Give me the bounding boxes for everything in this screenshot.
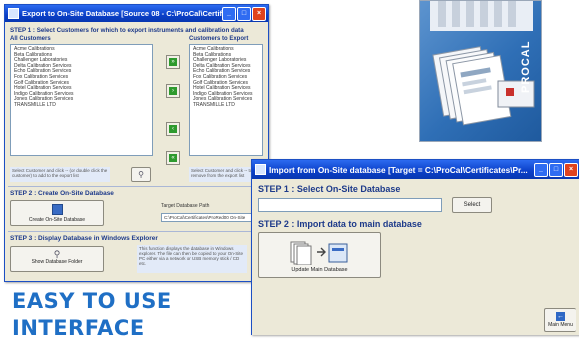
export-step3-heading: STEP 3 : Display Database in Windows Exp… bbox=[10, 235, 158, 242]
minimize-icon[interactable]: _ bbox=[534, 162, 548, 177]
search-button[interactable]: ⚲ bbox=[131, 167, 151, 182]
add-instructions: Select Customer and click -- (or double … bbox=[10, 167, 110, 182]
folder-search-icon: ⚲ bbox=[53, 249, 61, 259]
promo-heading: EASY TO USE bbox=[12, 289, 172, 313]
all-customers-label: All Customers bbox=[10, 36, 51, 42]
import-window: Import from On-Site database [Target = C… bbox=[251, 159, 579, 335]
import-step1-heading: STEP 1 : Select On-Site Database bbox=[258, 184, 401, 194]
all-customers-list[interactable]: Acme Calibrations Beta Calibrations Challe… bbox=[10, 44, 153, 156]
export-window: Export to On-Site Database [Source 08 - … bbox=[4, 4, 269, 282]
remove-all-button[interactable]: « bbox=[166, 151, 180, 165]
export-step1-heading: STEP 1 : Select Customers for which to e… bbox=[10, 27, 244, 34]
main-menu-button[interactable]: ← Main Menu bbox=[544, 308, 576, 332]
add-button[interactable]: › bbox=[166, 84, 180, 98]
double-arrow-right-icon: » bbox=[169, 58, 177, 66]
import-titlebar[interactable]: Import from On-Site database [Target = C… bbox=[252, 160, 579, 179]
maximize-icon[interactable]: □ bbox=[237, 6, 251, 21]
target-path-label: Target Database Path bbox=[161, 203, 210, 209]
update-main-db-button[interactable]: Update Main Database bbox=[258, 232, 381, 278]
app-icon bbox=[8, 8, 19, 19]
remove-button[interactable]: ‹ bbox=[166, 122, 180, 136]
procal-logo-text: PROCAL bbox=[520, 40, 532, 93]
list-item[interactable]: TRANSMILLE LTD bbox=[193, 102, 259, 109]
separator bbox=[8, 186, 265, 187]
add-all-button[interactable]: » bbox=[166, 55, 180, 69]
update-database-icon bbox=[290, 241, 347, 265]
double-arrow-left-icon: « bbox=[169, 154, 177, 162]
app-icon bbox=[255, 164, 266, 175]
procal-logo: PROCAL bbox=[419, 0, 542, 142]
export-titlebar[interactable]: Export to On-Site Database [Source 08 - … bbox=[5, 5, 268, 22]
target-path-field[interactable]: C:\ProCal\Certificates\ProRed00 On-Site bbox=[161, 213, 265, 222]
select-button[interactable]: Select bbox=[452, 197, 492, 213]
minimize-icon[interactable]: _ bbox=[222, 6, 236, 21]
export-customers-label: Customers to Export bbox=[189, 36, 249, 42]
back-arrow-icon: ← bbox=[556, 312, 565, 321]
export-step2-heading: STEP 2 : Create On-Site Database bbox=[10, 190, 114, 197]
separator bbox=[8, 231, 265, 232]
export-customers-list[interactable]: Acme Calibrations Beta Calibrations Challe… bbox=[189, 44, 263, 156]
show-db-folder-button[interactable]: ⚲ Show Database Folder bbox=[10, 246, 104, 272]
onsite-db-path-field[interactable] bbox=[258, 198, 442, 212]
arrow-left-icon: ‹ bbox=[169, 125, 177, 133]
promo-subheading: INTERFACE bbox=[12, 316, 145, 340]
maximize-icon[interactable]: □ bbox=[549, 162, 563, 177]
create-onsite-db-button[interactable]: Create On-Site Database bbox=[10, 200, 104, 226]
export-window-title: Export to On-Site Database [Source 08 - … bbox=[22, 9, 222, 18]
import-window-title: Import from On-Site database [Target = C… bbox=[269, 164, 528, 175]
close-icon[interactable]: × bbox=[252, 6, 266, 21]
step3-description: This function displays the database in W… bbox=[137, 245, 247, 273]
database-icon bbox=[51, 204, 63, 215]
import-step2-heading: STEP 2 : Import data to main database bbox=[258, 219, 422, 229]
close-icon[interactable]: × bbox=[564, 162, 578, 177]
arrow-right-icon: › bbox=[169, 87, 177, 95]
list-item[interactable]: TRANSMILLE LTD bbox=[14, 102, 149, 109]
